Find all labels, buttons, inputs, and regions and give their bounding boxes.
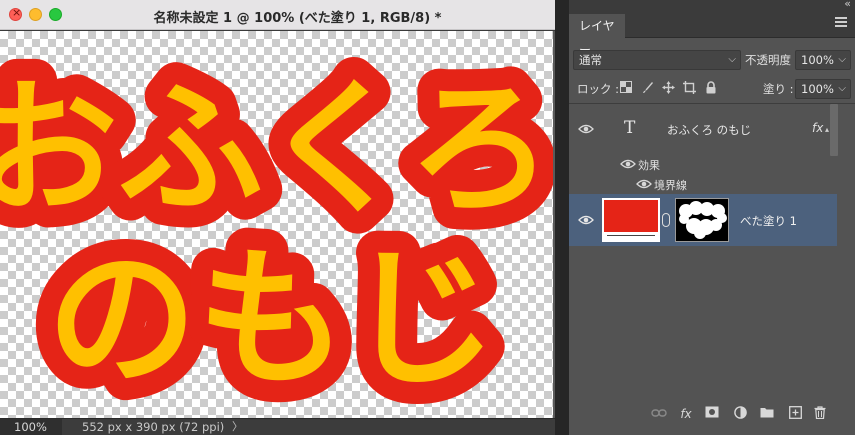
canvas[interactable]: おふくろ のもじ おふくろ のもじ <box>0 31 553 418</box>
photoshop-window: 名称未設定 1 @ 100% (べた塗り 1, RGB/8) * おふくろ のも… <box>0 0 855 435</box>
layer-fx-badge[interactable]: fx <box>812 121 823 135</box>
blend-mode-select[interactable]: 通常 ⌵ <box>573 50 741 70</box>
document-info: 552 px x 390 px (72 ppi) <box>82 420 225 434</box>
layers-panel-footer: fx <box>569 402 855 426</box>
chevron-down-icon: ⌵ <box>838 54 846 65</box>
lock-label: ロック : <box>577 82 620 96</box>
fill-label: 塗り : <box>763 82 794 96</box>
fx-icon[interactable]: fx <box>678 406 694 422</box>
close-window-button[interactable] <box>9 6 22 21</box>
type-layer-icon: T <box>624 118 636 138</box>
new-layer-icon[interactable] <box>787 406 803 422</box>
visibility-eye-icon[interactable] <box>578 215 594 225</box>
blend-mode-value: 通常 <box>579 53 602 67</box>
panel-header-strip: « <box>569 0 855 12</box>
fill-opacity-value: 100% <box>801 82 834 96</box>
trash-icon[interactable] <box>812 406 828 422</box>
expand-effects-icon[interactable]: ▴ <box>825 125 829 134</box>
panel-menu-icon[interactable] <box>835 17 847 27</box>
panel-tabbar: レイヤー <box>569 12 855 57</box>
tab-layers[interactable]: レイヤー <box>569 14 625 57</box>
effects-label: 効果 <box>638 159 660 172</box>
visibility-eye-icon[interactable] <box>578 124 594 134</box>
zoom-level-field[interactable]: 100% <box>0 419 62 435</box>
canvas-artwork[interactable]: おふくろ のもじ おふくろ のもじ <box>0 31 553 418</box>
mask-icon[interactable] <box>704 406 720 422</box>
status-bar: 100% 552 px x 390 px (72 ppi) 〉 <box>0 418 555 435</box>
opacity-field[interactable]: 100% ⌵ <box>795 50 851 70</box>
maximize-window-button[interactable] <box>49 8 62 21</box>
mask-link-icon[interactable] <box>662 213 670 227</box>
minimize-window-button[interactable] <box>29 8 42 21</box>
link-layers-icon[interactable] <box>651 406 667 422</box>
document-title: 名称未設定 1 @ 100% (べた塗り 1, RGB/8) * <box>153 11 442 26</box>
artwork-line1: おふくろ <box>0 65 553 234</box>
lock-image-pixels-icon[interactable] <box>640 81 654 95</box>
lock-position-icon[interactable] <box>661 81 675 95</box>
artwork-line2: のもじ <box>47 233 497 407</box>
layers-list: T おふくろ のもじ fx ▴ 効果 境界線 べた塗り 1 <box>569 104 837 400</box>
layer-name[interactable]: べた塗り 1 <box>740 213 797 229</box>
lock-all-icon[interactable] <box>704 81 718 95</box>
document-titlebar[interactable]: 名称未設定 1 @ 100% (べた塗り 1, RGB/8) * <box>0 0 555 30</box>
chevron-down-icon: ⌵ <box>728 54 736 65</box>
stroke-effect-row[interactable]: 境界線 <box>569 174 837 194</box>
chevron-down-icon: ⌵ <box>838 83 846 94</box>
layer-row-fill[interactable]: べた塗り 1 <box>569 194 837 246</box>
layers-panel: « レイヤー 通常 ⌵ 不透明度 : 100% ⌵ ロック : <box>569 0 855 435</box>
collapse-panel-icon[interactable]: « <box>844 0 851 10</box>
panel-dock-gap <box>555 0 569 435</box>
mask-shape <box>679 201 727 239</box>
layer-effects-row[interactable]: 効果 <box>569 154 837 174</box>
lock-artboard-icon[interactable] <box>682 81 696 95</box>
visibility-eye-icon[interactable] <box>620 159 636 169</box>
color-fill-indicator <box>604 232 658 240</box>
layer-row-text[interactable]: T おふくろ のもじ fx ▴ <box>569 104 837 154</box>
layer-name[interactable]: おふくろ のもじ <box>667 122 751 138</box>
fill-layer-thumbnail[interactable] <box>602 198 660 242</box>
opacity-label: 不透明度 : <box>745 53 799 67</box>
stroke-effect-label: 境界線 <box>654 179 687 192</box>
lock-transparent-pixels-icon[interactable] <box>619 81 633 95</box>
visibility-eye-icon[interactable] <box>636 179 652 189</box>
opacity-value: 100% <box>801 53 834 67</box>
layer-mask-thumbnail[interactable] <box>675 198 729 242</box>
folder-icon[interactable] <box>759 406 775 422</box>
fill-opacity-field[interactable]: 100% ⌵ <box>795 79 851 99</box>
adjustment-icon[interactable] <box>732 406 748 422</box>
status-menu-arrow-icon[interactable]: 〉 <box>232 419 243 435</box>
layers-scrollbar[interactable] <box>830 104 838 156</box>
document-window: 名称未設定 1 @ 100% (べた塗り 1, RGB/8) * おふくろ のも… <box>0 0 555 435</box>
